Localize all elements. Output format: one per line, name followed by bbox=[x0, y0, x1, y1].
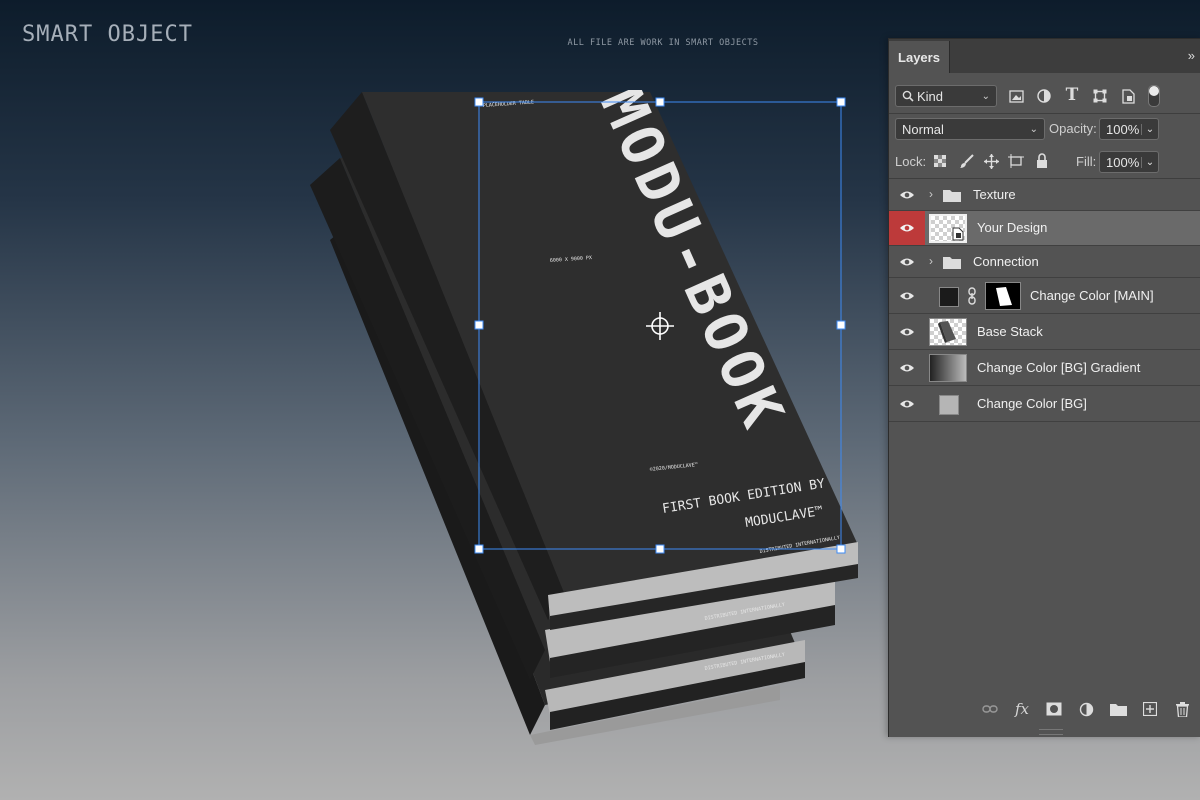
handle-top-right bbox=[836, 97, 846, 107]
visibility-eye-icon[interactable] bbox=[889, 278, 925, 313]
add-mask-icon[interactable] bbox=[1045, 700, 1063, 718]
new-adjustment-layer-icon[interactable] bbox=[1077, 700, 1095, 718]
solid-fill-swatch[interactable] bbox=[939, 395, 959, 415]
canvas-title: SMART OBJECT bbox=[22, 22, 193, 47]
fill-label: Fill: bbox=[1076, 154, 1097, 169]
blend-mode-value: Normal bbox=[902, 121, 944, 137]
handle-top-mid bbox=[655, 97, 665, 107]
handle-top-left bbox=[474, 97, 484, 107]
opacity-field[interactable]: 100% ⌄ bbox=[1099, 118, 1159, 140]
blend-mode-dropdown[interactable]: Normal ⌄ bbox=[895, 118, 1045, 140]
filter-pixel-icon[interactable] bbox=[1007, 87, 1025, 105]
color-fill-swatch[interactable] bbox=[939, 287, 959, 307]
filter-smart-object-icon[interactable] bbox=[1119, 87, 1137, 105]
layer-thumbnail bbox=[929, 318, 967, 346]
handle-bottom-right bbox=[836, 544, 846, 554]
chevron-down-icon: ⌄ bbox=[981, 90, 990, 102]
visibility-eye-icon[interactable] bbox=[889, 211, 925, 245]
layer-texture[interactable]: › Texture bbox=[889, 179, 1200, 211]
filter-kind-dropdown[interactable]: Kind ⌄ bbox=[895, 85, 997, 107]
opacity-label: Opacity: bbox=[1049, 121, 1097, 136]
filter-type-icon[interactable]: T bbox=[1063, 85, 1081, 105]
layer-your-design[interactable]: Your Design bbox=[889, 211, 1200, 246]
layers-bottom-toolbar: fx bbox=[889, 695, 1200, 723]
fill-field[interactable]: 100% ⌄ bbox=[1099, 151, 1159, 173]
visibility-eye-icon[interactable] bbox=[889, 246, 925, 277]
visibility-eye-icon[interactable] bbox=[889, 179, 925, 210]
layer-name: Connection bbox=[973, 254, 1039, 269]
filter-shape-icon[interactable] bbox=[1091, 87, 1109, 105]
handle-bottom-mid bbox=[655, 544, 665, 554]
filter-toggle-switch[interactable] bbox=[1148, 85, 1160, 107]
layer-style-fx-icon[interactable]: fx bbox=[1013, 700, 1031, 718]
canvas-subtitle: ALL FILE ARE WORK IN SMART OBJECTS bbox=[567, 38, 759, 48]
layer-name: Change Color [BG] bbox=[977, 396, 1087, 411]
layers-panel: Layers » Kind ⌄ T Normal ⌄ Opacity: 100%… bbox=[888, 38, 1200, 737]
new-group-folder-icon[interactable] bbox=[1109, 700, 1127, 718]
collapse-panel-icon[interactable]: » bbox=[1188, 48, 1195, 63]
book-stack-mockup[interactable]: PLACEHOLDER TABLE MODU-BOOK 6000 X 9000 … bbox=[300, 90, 880, 750]
opacity-chevron-icon[interactable]: ⌄ bbox=[1141, 123, 1158, 135]
layer-change-color-bg-gradient[interactable]: Change Color [BG] Gradient bbox=[889, 350, 1200, 386]
visibility-eye-icon[interactable] bbox=[889, 350, 925, 385]
layer-name: Your Design bbox=[977, 220, 1048, 235]
layer-name: Change Color [BG] Gradient bbox=[977, 360, 1141, 375]
opacity-value: 100% bbox=[1106, 121, 1140, 137]
lock-transparent-pixels-icon[interactable] bbox=[931, 152, 949, 170]
filter-adjustment-icon[interactable] bbox=[1035, 87, 1053, 105]
layer-change-color-bg[interactable]: Change Color [BG] bbox=[889, 386, 1200, 422]
new-layer-icon[interactable] bbox=[1141, 700, 1159, 718]
group-expand-chevron-icon[interactable]: › bbox=[929, 254, 933, 268]
layer-mask-thumbnail[interactable] bbox=[985, 282, 1021, 310]
layer-name: Change Color [MAIN] bbox=[1030, 288, 1154, 303]
mask-link-icon[interactable] bbox=[967, 287, 977, 308]
fill-chevron-icon[interactable]: ⌄ bbox=[1141, 156, 1158, 168]
delete-layer-trash-icon[interactable] bbox=[1173, 700, 1191, 718]
lock-image-pixels-icon[interactable] bbox=[957, 152, 975, 170]
group-expand-chevron-icon[interactable]: › bbox=[929, 187, 933, 201]
lock-artboard-icon[interactable] bbox=[1007, 152, 1025, 170]
smart-object-badge-icon bbox=[952, 227, 964, 241]
layer-change-color-main[interactable]: Change Color [MAIN] bbox=[889, 278, 1200, 314]
chevron-down-icon: ⌄ bbox=[1029, 123, 1038, 135]
handle-mid-right bbox=[836, 320, 846, 330]
folder-icon bbox=[943, 188, 961, 205]
layer-name: Texture bbox=[973, 187, 1016, 202]
visibility-eye-icon[interactable] bbox=[889, 314, 925, 349]
link-layers-icon[interactable] bbox=[981, 700, 999, 718]
filter-kind-label: Kind bbox=[917, 88, 944, 104]
folder-icon bbox=[943, 255, 961, 272]
search-icon bbox=[902, 90, 914, 102]
layer-base-stack[interactable]: Base Stack bbox=[889, 314, 1200, 350]
panel-resize-grip[interactable] bbox=[1039, 729, 1063, 735]
handle-mid-left bbox=[474, 320, 484, 330]
visibility-eye-icon[interactable] bbox=[889, 386, 925, 421]
lock-all-icon[interactable] bbox=[1033, 151, 1051, 169]
gradient-fill-thumbnail[interactable] bbox=[929, 354, 967, 382]
tab-layers[interactable]: Layers bbox=[889, 41, 950, 73]
handle-bottom-left bbox=[474, 544, 484, 554]
layer-connection[interactable]: › Connection bbox=[889, 246, 1200, 278]
lock-position-icon[interactable] bbox=[982, 152, 1000, 170]
layer-name: Base Stack bbox=[977, 324, 1043, 339]
panel-tab-bar: Layers » bbox=[889, 39, 1200, 73]
layer-thumbnail bbox=[929, 214, 967, 243]
fill-value: 100% bbox=[1106, 154, 1140, 170]
lock-label: Lock: bbox=[895, 154, 927, 169]
